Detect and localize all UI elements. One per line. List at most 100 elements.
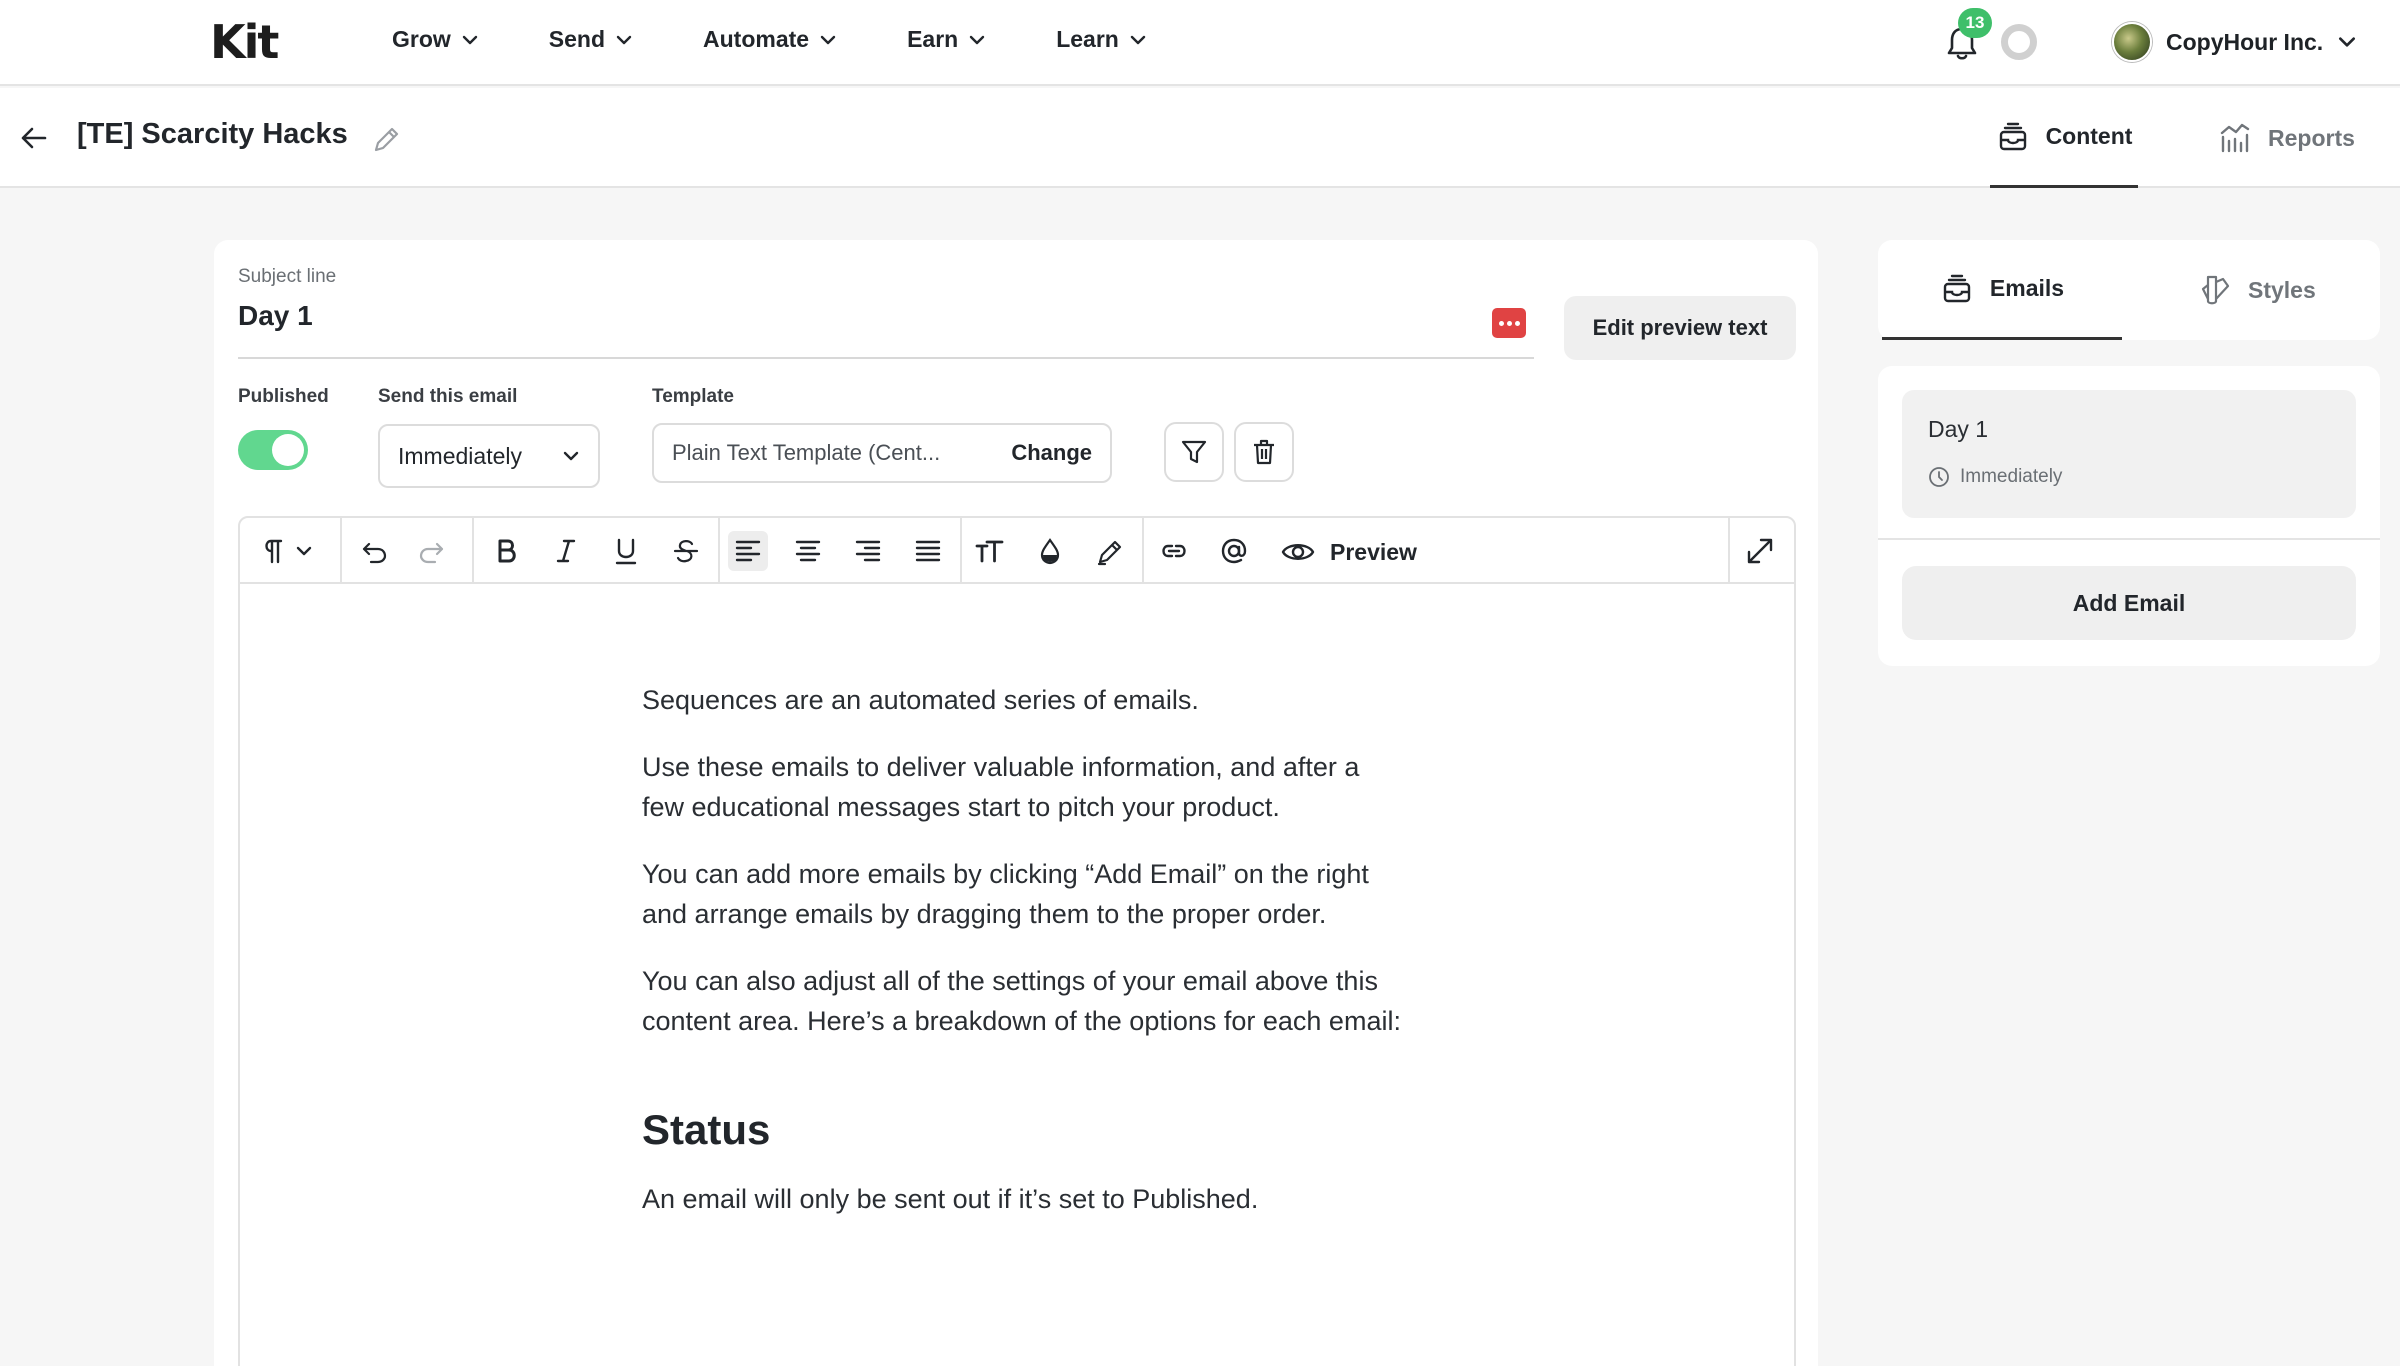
undo-button[interactable]: [354, 531, 394, 571]
divider: [1878, 538, 2380, 540]
tab-content[interactable]: Content: [1990, 88, 2138, 188]
toolbar-divider: [472, 518, 474, 584]
inbox-stack-icon: [1999, 122, 2026, 150]
template-selector: Plain Text Template (Cent... Change: [652, 423, 1112, 483]
nav-item-learn[interactable]: Learn: [1056, 26, 1147, 53]
paragraph: Use these emails to deliver valuable inf…: [642, 752, 1360, 822]
template-name: Plain Text Template (Cent...: [672, 440, 941, 465]
nav-item-earn[interactable]: Earn: [907, 26, 986, 53]
tab-label: Styles: [2248, 276, 2316, 303]
paragraph-style-button[interactable]: [254, 531, 294, 571]
swatches-icon: [2201, 275, 2230, 305]
kit-logo[interactable]: Kit: [210, 18, 279, 66]
tab-styles[interactable]: Styles: [2198, 240, 2316, 340]
email-editor-card: Subject line Day 1 Edit preview text Pub…: [214, 240, 1818, 1366]
list-item[interactable]: Day 1 Immediately: [1902, 390, 2356, 518]
change-template-button[interactable]: Change: [1011, 440, 1092, 466]
chevron-down-icon: [1130, 35, 1146, 44]
nav-item-label: Grow: [392, 26, 451, 52]
toolbar-divider: [1728, 518, 1730, 584]
pencil-icon[interactable]: [370, 124, 402, 156]
more-options-icon[interactable]: [1492, 308, 1526, 338]
underline-button[interactable]: [606, 531, 646, 571]
right-panel-tabs: Emails Styles: [1878, 240, 2380, 340]
expand-icon: [1747, 538, 1773, 564]
tab-emails[interactable]: Emails: [1882, 240, 2122, 340]
highlight-button[interactable]: [1090, 531, 1130, 571]
subject-input[interactable]: Day 1: [238, 300, 313, 332]
nav-item-label: Send: [548, 26, 606, 52]
undo-icon: [362, 542, 387, 564]
chevron-down-icon: [296, 546, 312, 556]
eye-icon: [1281, 544, 1315, 560]
subject-underline: [238, 357, 1534, 359]
align-left-button[interactable]: [728, 531, 768, 571]
redo-icon: [419, 542, 444, 564]
align-right-button[interactable]: [848, 531, 888, 571]
send-timing-select[interactable]: Immediately: [378, 424, 600, 488]
filter-icon: [1181, 440, 1207, 464]
delete-email-button[interactable]: [1234, 422, 1294, 482]
toggle-knob: [272, 434, 304, 466]
nav-item-send[interactable]: Send: [549, 26, 633, 53]
published-toggle[interactable]: [238, 430, 308, 470]
link-button[interactable]: [1154, 531, 1194, 571]
avatar: [2112, 22, 2152, 62]
page-title: [TE] Scarcity Hacks: [77, 118, 348, 150]
at-sign-icon: [1221, 538, 1247, 564]
chevron-down-icon: [616, 35, 632, 44]
email-schedule-label: Immediately: [1960, 466, 2063, 487]
preview-label: Preview: [1330, 538, 1417, 565]
bold-button[interactable]: [486, 531, 526, 571]
email-body-editor[interactable]: Sequences are an automated series of ema…: [238, 582, 1796, 1366]
clock-icon: [1929, 467, 1949, 487]
toolbar-divider: [960, 518, 962, 584]
edit-preview-text-button[interactable]: Edit preview text: [1564, 296, 1796, 360]
section-heading: Status: [642, 1106, 771, 1153]
chevron-down-icon: [462, 35, 477, 44]
loading-spinner-icon: [2001, 24, 2037, 60]
add-email-button[interactable]: Add Email: [1902, 566, 2356, 640]
formatting-toolbar: Preview: [238, 516, 1796, 584]
tab-label: Emails: [1989, 275, 2065, 301]
align-justify-button[interactable]: [908, 531, 948, 571]
redo-button[interactable]: [412, 531, 452, 571]
template-label: Template: [652, 386, 735, 407]
tab-label: Reports: [2268, 124, 2355, 151]
paragraph: You can add more emails by clicking “Add…: [642, 859, 1369, 929]
toolbar-divider: [1142, 518, 1144, 584]
fullscreen-button[interactable]: [1740, 531, 1780, 571]
inbox-stack-icon: [1943, 274, 1971, 302]
notification-badge: 13: [1958, 8, 1992, 38]
tab-reports[interactable]: Reports: [2218, 88, 2355, 188]
italic-button[interactable]: [546, 531, 586, 571]
account-menu[interactable]: CopyHour Inc.: [2112, 22, 2357, 62]
email-content: Sequences are an automated series of ema…: [642, 680, 1402, 1246]
highlighter-icon: [1097, 540, 1122, 566]
align-right-icon: [855, 540, 881, 562]
paragraph-style-dropdown[interactable]: [290, 531, 318, 571]
top-navigation: Kit Grow Send Automate Earn Learn 13 Cop…: [0, 0, 2400, 86]
filter-button[interactable]: [1164, 422, 1224, 482]
email-schedule: Immediately: [1928, 466, 2062, 488]
font-size-button[interactable]: [970, 531, 1010, 571]
email-title: Day 1: [1928, 416, 1989, 442]
back-arrow-icon[interactable]: [18, 122, 50, 154]
preview-button[interactable]: Preview: [1280, 534, 1417, 570]
nav-item-grow[interactable]: Grow: [392, 26, 479, 53]
text-size-icon: [975, 540, 1004, 563]
text-color-button[interactable]: [1030, 531, 1070, 571]
sequence-header: [TE] Scarcity Hacks Content Reports: [0, 88, 2400, 188]
align-center-button[interactable]: [788, 531, 828, 571]
send-timing-value: Immediately: [398, 442, 522, 469]
mention-button[interactable]: [1214, 531, 1254, 571]
nav-item-label: Earn: [907, 26, 959, 52]
tab-label: Content: [2045, 123, 2133, 149]
nav-item-automate[interactable]: Automate: [703, 26, 837, 53]
paragraph: An email will only be sent out if it’s s…: [642, 1184, 1259, 1214]
strikethrough-button[interactable]: [666, 531, 706, 571]
chevron-down-icon: [2339, 37, 2356, 47]
chart-icon: [2220, 123, 2250, 153]
chevron-down-icon: [820, 35, 836, 44]
droplet-icon: [1040, 538, 1060, 565]
